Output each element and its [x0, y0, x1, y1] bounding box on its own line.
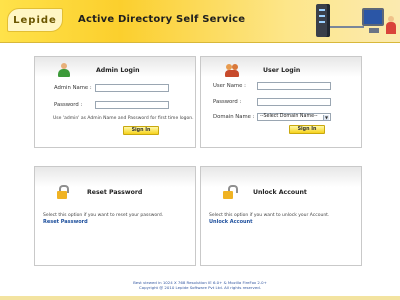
server-icon — [316, 4, 330, 37]
network-cable-graphic — [330, 26, 364, 28]
app-title: Active Directory Self Service — [78, 14, 246, 25]
user-login-title: User Login — [263, 67, 301, 74]
user-login-panel: User Login User Name : Password : Domain… — [200, 56, 362, 148]
admin-name-input[interactable] — [95, 84, 169, 92]
admin-name-label: Admin Name : — [54, 85, 92, 91]
chevron-down-icon[interactable]: ▼ — [323, 115, 329, 120]
user-name-input[interactable] — [257, 82, 331, 90]
admin-login-title: Admin Login — [96, 67, 140, 74]
admin-user-icon — [57, 63, 71, 77]
reset-password-description: Select this option if you want to reset … — [43, 213, 164, 218]
unlock-icon — [222, 185, 238, 199]
admin-login-panel: Admin Login Admin Name : Password : Use … — [34, 56, 196, 148]
header-bar: Lepide Active Directory Self Service — [0, 0, 400, 43]
unlock-account-panel: Unlock Account Select this option if you… — [200, 166, 362, 266]
lock-icon — [56, 185, 70, 199]
user-password-input[interactable] — [257, 98, 331, 106]
user-name-label: User Name : — [213, 83, 246, 89]
footer-copyright: Copyright @ 2010 Lepide Software Pvt Ltd… — [139, 285, 261, 290]
bottom-bar — [0, 296, 400, 300]
reset-password-panel: Reset Password Select this option if you… — [34, 166, 196, 266]
unlock-account-link[interactable]: Unlock Account — [209, 219, 253, 225]
domain-name-select[interactable]: --Select Domain Name-- ▼ — [257, 113, 331, 121]
lepide-logo: Lepide — [7, 8, 63, 32]
domain-selected-value: --Select Domain Name-- — [260, 114, 318, 119]
user-password-label: Password : — [213, 99, 242, 105]
unlock-account-description: Select this option if you want to unlock… — [209, 213, 330, 218]
header-network-graphic — [308, 2, 398, 42]
admin-first-logon-hint: Use 'admin' as Admin Name and Password f… — [53, 116, 194, 121]
reset-password-title: Reset Password — [87, 189, 143, 196]
person-icon — [386, 16, 396, 34]
admin-signin-button[interactable]: Sign In — [123, 126, 159, 135]
monitor-stand-graphic — [369, 28, 379, 33]
admin-password-label: Password : — [54, 102, 83, 108]
domain-name-label: Domain Name : — [213, 114, 255, 120]
admin-password-input[interactable] — [95, 101, 169, 109]
monitor-icon — [362, 8, 384, 26]
reset-password-link[interactable]: Reset Password — [43, 219, 88, 225]
unlock-account-title: Unlock Account — [253, 189, 307, 196]
footer: Best viewed in 1024 X 768 Resolution IE … — [0, 280, 400, 290]
user-group-icon — [225, 63, 239, 77]
user-signin-button[interactable]: Sign In — [289, 125, 325, 134]
